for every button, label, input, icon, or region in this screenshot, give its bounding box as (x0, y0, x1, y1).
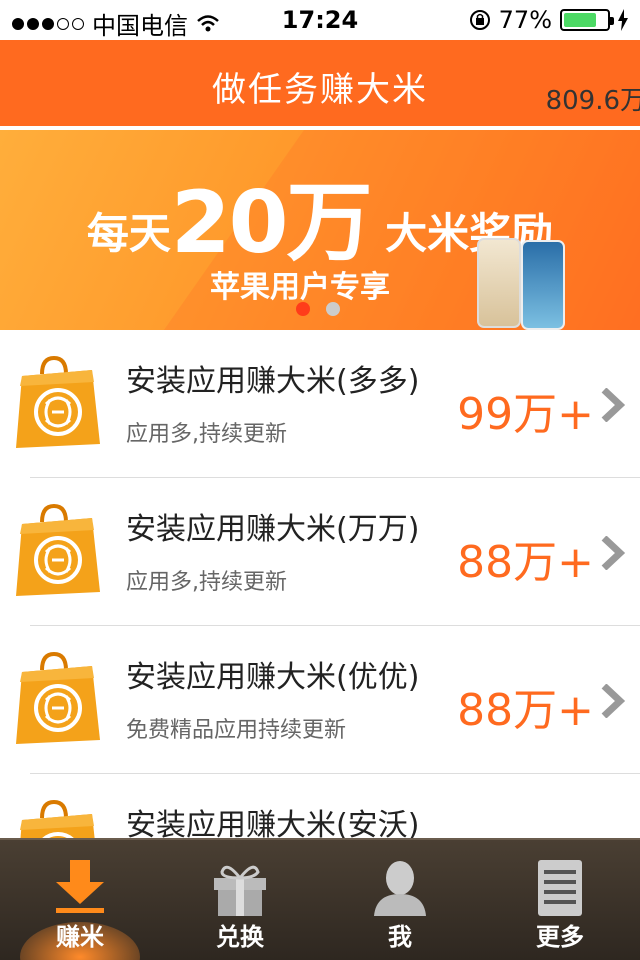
person-icon (374, 861, 426, 916)
tab-earn[interactable]: 赚米 (0, 840, 160, 960)
task-name: 安装应用赚大米(优优) (126, 660, 420, 695)
banner-amount: 20万 (170, 173, 373, 273)
shopping-bag-icon (16, 355, 100, 448)
tab-bar: 赚米 兑换 我 更多 (0, 838, 640, 960)
tab-label: 兑换 (216, 923, 264, 951)
chevron-right-icon (601, 388, 626, 422)
tab-me[interactable]: 我 (320, 840, 480, 960)
task-name: 安装应用赚大米(安沃) (126, 808, 420, 838)
battery-icon (560, 9, 614, 31)
iphone-silver-image (521, 240, 565, 330)
list-item[interactable]: 安装应用赚大米(安沃) 50万+ (0, 774, 640, 838)
shopping-bag-icon (16, 503, 100, 596)
shopping-bag-icon (16, 651, 100, 744)
banner-subtitle: 苹果用户专享 (210, 270, 390, 305)
task-reward: 99万+ (457, 389, 594, 440)
page-dot-2[interactable] (326, 302, 340, 316)
rotation-lock-icon (469, 10, 490, 30)
tab-more[interactable]: 更多 (480, 840, 640, 960)
chevron-right-icon (601, 684, 626, 718)
task-list[interactable]: 安装应用赚大米(多多) 应用多,持续更新 99万+ 安装应用赚大米(万万) 应用… (0, 330, 640, 838)
task-reward: 88万+ (457, 537, 594, 588)
task-reward: 50万+ (457, 822, 594, 838)
tab-label: 赚米 (56, 923, 104, 951)
task-name: 安装应用赚大米(多多) (126, 364, 420, 399)
banner-page-indicator[interactable] (296, 302, 340, 316)
download-icon (56, 860, 104, 913)
task-reward: 88万+ (457, 685, 594, 736)
status-bar: 中国电信 17:24 77% (0, 0, 640, 40)
list-item[interactable]: 安装应用赚大米(万万) 应用多,持续更新 88万+ (0, 478, 640, 626)
list-item[interactable]: 安装应用赚大米(多多) 应用多,持续更新 99万+ (0, 330, 640, 478)
rice-balance: 809.6万 (545, 86, 640, 116)
iphone-gold-image (477, 238, 521, 328)
task-description: 应用多,持续更新 (126, 570, 287, 595)
shopping-bag-icon (20, 799, 95, 838)
gift-icon (214, 865, 266, 916)
task-description: 免费精品应用持续更新 (126, 718, 347, 743)
page-title: 做任务赚大米 (212, 70, 428, 110)
tab-label: 我 (388, 923, 412, 951)
chevron-right-icon (601, 536, 626, 570)
list-item[interactable]: 安装应用赚大米(优优) 免费精品应用持续更新 88万+ (0, 626, 640, 774)
charging-icon (618, 9, 628, 31)
page-dot-1[interactable] (296, 302, 310, 316)
task-description: 应用多,持续更新 (126, 422, 287, 447)
tab-exchange[interactable]: 兑换 (160, 840, 320, 960)
document-icon (538, 860, 582, 916)
task-name: 安装应用赚大米(万万) (126, 512, 420, 547)
battery-percent: 77% (498, 6, 552, 34)
nav-header: 做任务赚大米 809.6万 (0, 40, 640, 128)
tab-label: 更多 (536, 923, 584, 951)
